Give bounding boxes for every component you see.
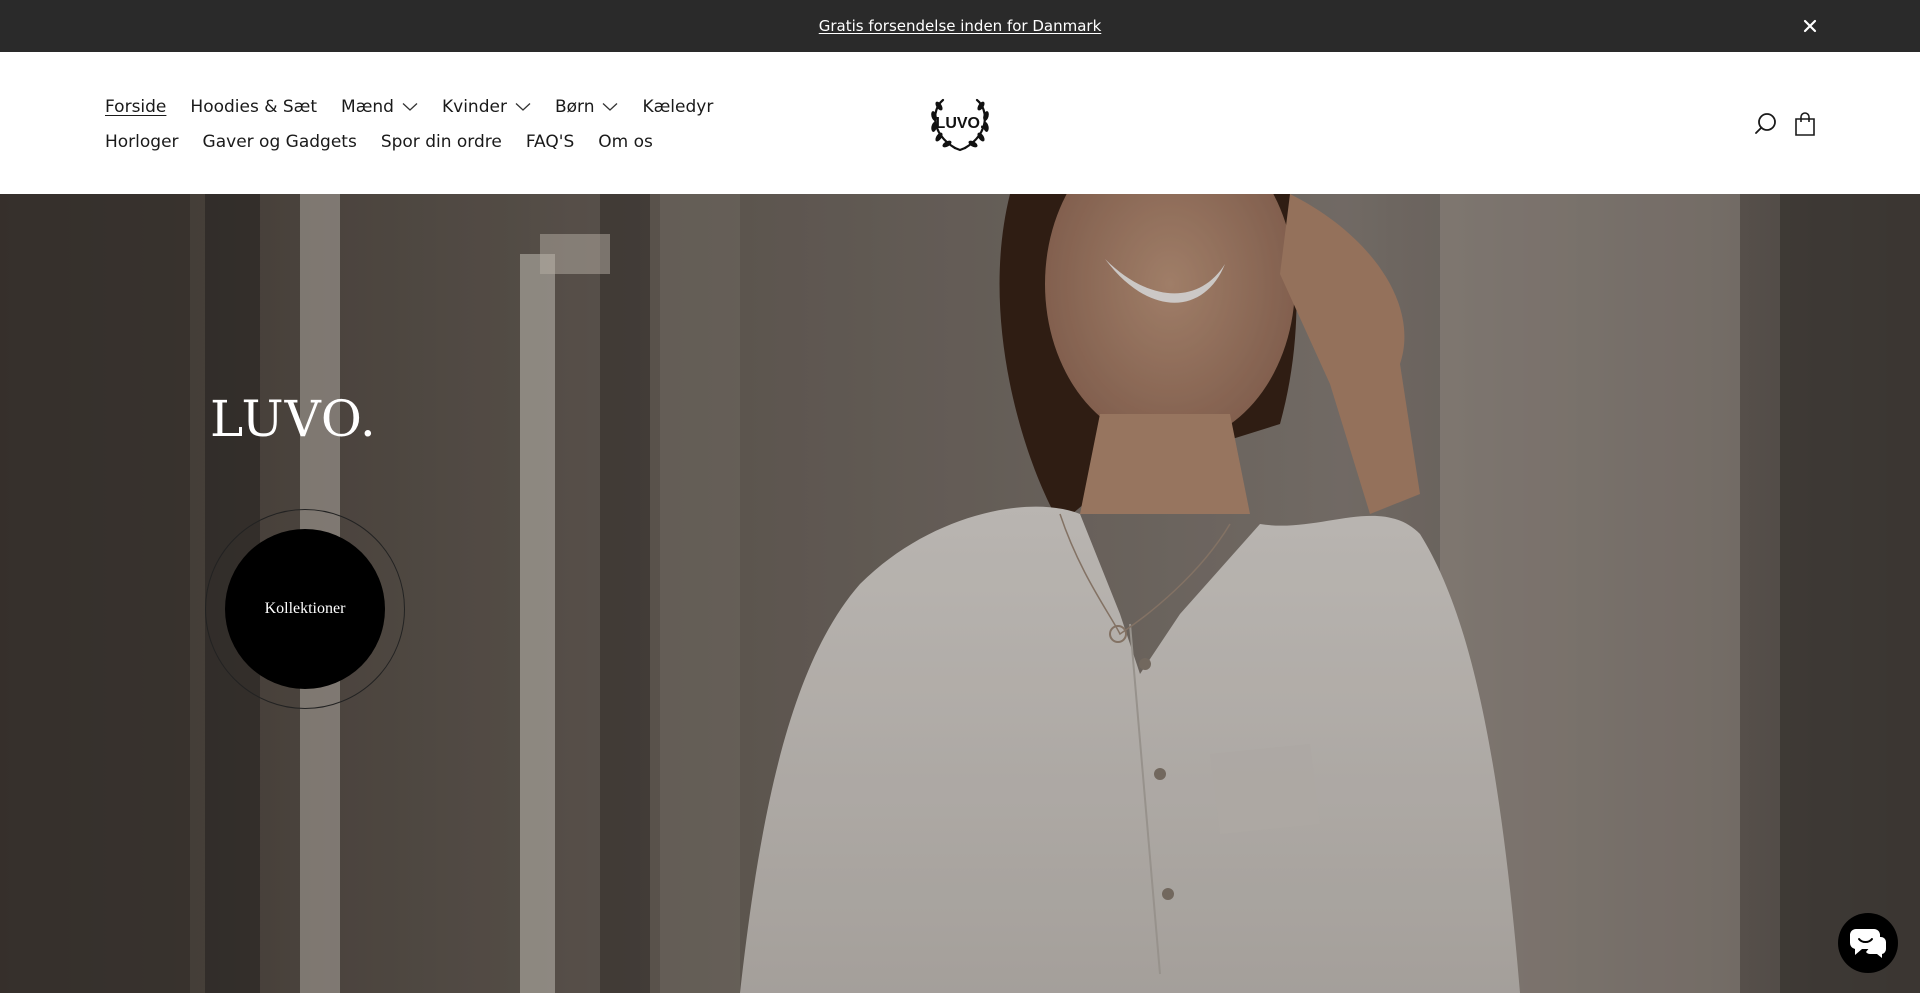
nav-item-label: Gaver og Gadgets — [202, 131, 357, 152]
nav-item-label: Forside — [105, 96, 167, 117]
nav-item-gaver[interactable]: Gaver og Gadgets — [203, 132, 357, 152]
nav-row-1: Forside Hoodies & Sæt Mænd Kvinder Børn — [105, 89, 825, 124]
nav-item-label: FAQ'S — [525, 131, 575, 152]
site-header: Forside Hoodies & Sæt Mænd Kvinder Børn — [0, 52, 1920, 194]
chevron-down-icon — [515, 97, 531, 117]
nav-item-label: Hoodies & Sæt — [190, 96, 318, 117]
nav-item-kaeledyr[interactable]: Kæledyr — [642, 97, 713, 117]
nav-item-born[interactable]: Børn — [555, 97, 619, 117]
nav-item-spor-ordre[interactable]: Spor din ordre — [381, 132, 502, 152]
nav-item-label: Børn — [554, 96, 595, 117]
close-icon[interactable] — [1800, 16, 1820, 36]
nav-item-label: Om os — [598, 131, 653, 152]
hero-banner: LUVO. Kollektioner — [0, 194, 1920, 993]
nav-item-label: Spor din ordre — [380, 131, 502, 152]
nav-item-faq[interactable]: FAQ'S — [526, 132, 574, 152]
main-nav: Forside Hoodies & Sæt Mænd Kvinder Børn — [105, 89, 825, 159]
logo[interactable]: LUVO. — [925, 92, 995, 154]
nav-item-kvinder[interactable]: Kvinder — [442, 97, 531, 117]
cart-icon[interactable] — [1792, 111, 1818, 137]
chat-icon — [1848, 923, 1888, 963]
chevron-down-icon — [602, 97, 618, 117]
nav-item-label: Horloger — [105, 131, 179, 152]
search-icon[interactable] — [1753, 111, 1779, 137]
chat-button[interactable] — [1838, 913, 1898, 973]
nav-item-forside[interactable]: Forside — [105, 97, 166, 117]
nav-item-label: Mænd — [341, 96, 394, 117]
announcement-link[interactable]: Gratis forsendelse inden for Danmark — [819, 17, 1102, 35]
nav-item-label: Kæledyr — [642, 96, 714, 117]
announcement-bar: Gratis forsendelse inden for Danmark — [0, 0, 1920, 52]
collections-button[interactable]: Kollektioner — [225, 529, 385, 689]
chevron-down-icon — [402, 97, 418, 117]
nav-item-maend[interactable]: Mænd — [341, 97, 418, 117]
collections-button-label: Kollektioner — [264, 600, 346, 617]
nav-item-hoodies[interactable]: Hoodies & Sæt — [190, 97, 317, 117]
nav-item-label: Kvinder — [441, 96, 507, 117]
nav-item-om-os[interactable]: Om os — [598, 132, 653, 152]
logo-text: LUVO. — [936, 115, 985, 132]
hero-title: LUVO. — [210, 390, 377, 448]
nav-item-horloger[interactable]: Horloger — [105, 132, 179, 152]
nav-row-2: Horloger Gaver og Gadgets Spor din ordre… — [105, 124, 825, 159]
